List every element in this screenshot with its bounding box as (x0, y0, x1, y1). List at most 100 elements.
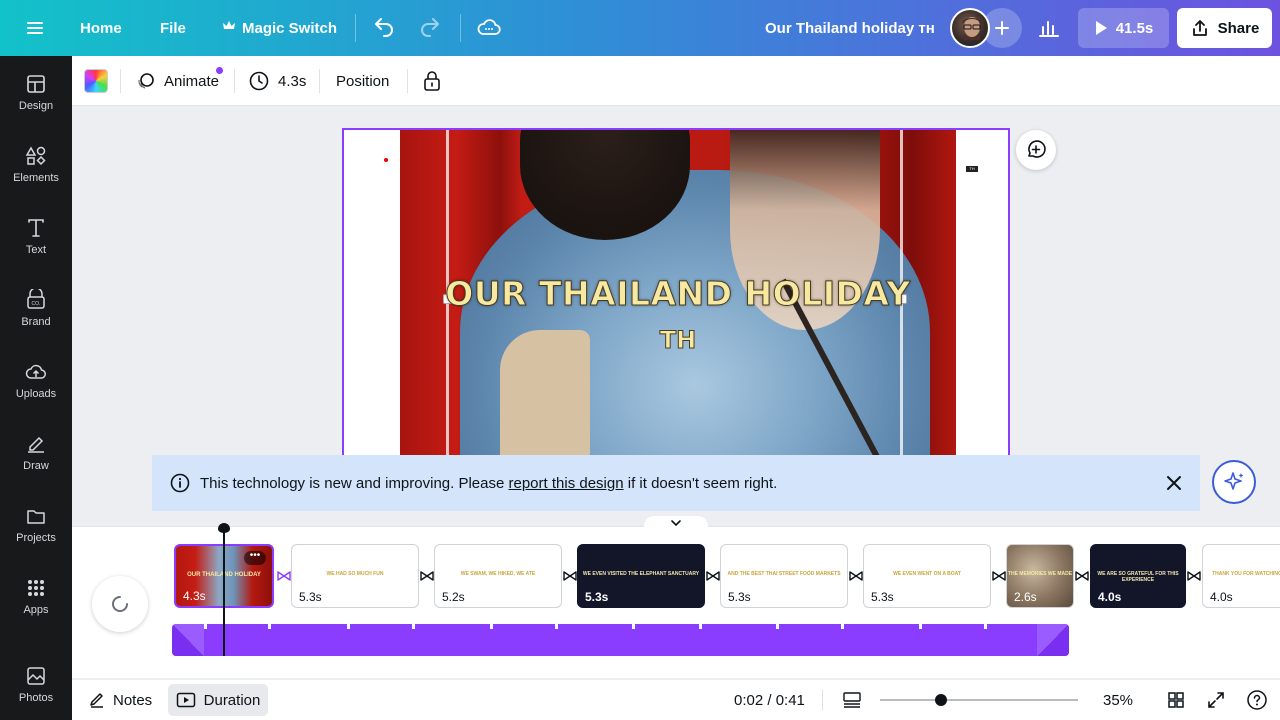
transition-icon[interactable] (1075, 570, 1089, 582)
timeline-scene[interactable]: WE EVEN VISITED THE ELEPHANT SANCTUARY 5.… (577, 544, 705, 608)
top-bar: Home File Magic Switch Our Thailand holi… (0, 0, 1280, 56)
scene-duration: 2.6s (1014, 590, 1037, 604)
scene-caption: WE HAD SO MUCH FUN (326, 571, 384, 577)
playback-time: 0:02 / 0:41 (734, 691, 805, 709)
fullscreen-icon[interactable] (1206, 680, 1226, 720)
close-icon[interactable] (1164, 473, 1184, 493)
zoom-slider-track[interactable] (880, 699, 1078, 701)
zoom-slider-handle[interactable] (935, 694, 947, 706)
sidebar-item-brand[interactable]: CO. Brand (0, 278, 72, 338)
image-icon (27, 666, 45, 685)
scene-caption: WE EVEN WENT ON A BOAT (893, 571, 961, 577)
help-icon[interactable] (1246, 680, 1268, 720)
timeline-scene[interactable]: WE SWAM, WE HIKED, WE ATE 5.2s (434, 544, 562, 608)
sidebar-item-elements[interactable]: Elements (0, 134, 72, 194)
track-marker (841, 624, 844, 629)
scene-duration: 4.0s (1210, 590, 1233, 604)
timeline-scene[interactable]: WE ARE SO GRATEFUL FOR THIS EXPERIENCE 4.… (1090, 544, 1186, 608)
play-duration: 41.5s (1115, 19, 1154, 37)
timeline-scene[interactable]: AND THE BEST THAI STREET FOOD MARKETS 5.3… (720, 544, 848, 608)
duration-button[interactable]: Duration (168, 684, 268, 716)
sidebar-item-label: Apps (23, 603, 49, 616)
menu-icon[interactable] (24, 0, 46, 56)
collapse-timeline-button[interactable] (644, 516, 708, 530)
scene-duration: 5.3s (871, 590, 894, 604)
sidebar-item-photos[interactable]: Photos (0, 654, 72, 714)
sidebar-item-design[interactable]: Design (0, 62, 72, 122)
sidebar-item-draw[interactable]: Draw (0, 422, 72, 482)
share-button[interactable]: Share (1177, 8, 1272, 48)
transition-icon[interactable] (277, 570, 291, 582)
track-marker (984, 624, 987, 629)
report-design-link[interactable]: report this design (509, 475, 624, 492)
magic-assistant-button[interactable] (1212, 460, 1256, 504)
lock-icon[interactable] (422, 56, 442, 106)
divider (120, 69, 121, 93)
loading-spinner (92, 576, 148, 632)
transition-icon[interactable] (1187, 570, 1201, 582)
canvas-title-text[interactable]: OUR THAILAND HOLIDAY (344, 274, 1008, 314)
sidebar-item-uploads[interactable]: Uploads (0, 350, 72, 410)
text-icon (28, 218, 44, 237)
play-icon (1095, 21, 1107, 35)
timeline-scene[interactable]: THANK YOU FOR WATCHING 4.0s (1202, 544, 1280, 608)
more-options-icon[interactable]: ••• (244, 551, 266, 565)
banner-text-before: This technology is new and improving. Pl… (200, 474, 509, 492)
document-title[interactable]: Our Thailand holiday ᴛʜ (765, 0, 935, 56)
left-sidebar: Design Elements Text CO. Brand Uploads D… (0, 56, 72, 720)
sidebar-item-label: Uploads (15, 387, 57, 400)
timing-button[interactable]: 4.3s (248, 56, 306, 106)
transition-icon[interactable] (706, 570, 720, 582)
track-marker (347, 624, 350, 629)
transition-icon[interactable] (420, 570, 434, 582)
banner-text-after: if it doesn't seem right. (623, 474, 778, 492)
shapes-icon (25, 145, 46, 165)
add-comment-button[interactable] (1016, 130, 1056, 170)
sidebar-item-label: Text (25, 243, 47, 256)
chevron-down-icon (671, 520, 681, 527)
home-button[interactable]: Home (80, 0, 122, 56)
insights-icon[interactable] (1036, 0, 1062, 56)
sidebar-item-text[interactable]: Text (0, 206, 72, 266)
grid-view-icon[interactable] (1166, 680, 1186, 720)
avatar[interactable] (950, 8, 990, 48)
layout-icon (27, 74, 45, 93)
track-end-cap[interactable] (1037, 624, 1069, 656)
file-menu-button[interactable]: File (160, 0, 186, 56)
play-button[interactable]: 41.5s (1078, 8, 1169, 48)
zoom-level[interactable]: 35% (1103, 680, 1133, 720)
track-end-cap[interactable] (172, 624, 204, 656)
transition-icon[interactable] (849, 570, 863, 582)
magic-switch-button[interactable]: Magic Switch (222, 0, 337, 56)
color-picker-swatch[interactable] (84, 69, 108, 93)
sidebar-item-apps[interactable]: Apps (0, 566, 72, 626)
transition-icon[interactable] (992, 570, 1006, 582)
transition-icon[interactable] (563, 570, 577, 582)
undo-icon[interactable] (372, 0, 396, 56)
notes-button[interactable]: Notes (88, 680, 152, 720)
plus-icon (995, 21, 1009, 35)
corner-badge[interactable]: TH (966, 166, 978, 172)
pen-icon (28, 436, 44, 453)
scene-duration: 5.2s (442, 590, 465, 604)
sidebar-item-label: Projects (16, 531, 56, 544)
timeline-scene[interactable]: THE MEMORIES WE MADE 2.6s (1006, 544, 1074, 608)
position-button[interactable]: Position (336, 56, 389, 106)
design-page[interactable]: OUR THAILAND HOLIDAY TH TH (342, 128, 1010, 458)
audio-track[interactable] (172, 624, 1069, 656)
timeline-scene[interactable]: WE EVEN WENT ON A BOAT 5.3s (863, 544, 991, 608)
upload-cloud-icon (25, 364, 46, 379)
sidebar-item-projects[interactable]: Projects (0, 494, 72, 554)
red-dot-element[interactable] (384, 158, 388, 162)
timeline-scene[interactable]: WE HAD SO MUCH FUN 5.3s (291, 544, 419, 608)
canvas-subtitle-text[interactable]: TH (344, 326, 1008, 355)
scenes-view-icon[interactable] (842, 680, 862, 720)
info-banner: This technology is new and improving. Pl… (152, 455, 1200, 511)
crown-icon (222, 19, 236, 37)
redo-icon[interactable] (418, 0, 442, 56)
cloud-saved-icon[interactable] (476, 0, 502, 56)
playhead[interactable] (223, 528, 225, 656)
notes-icon (90, 693, 103, 708)
comment-plus-icon (1028, 140, 1046, 158)
animate-button[interactable]: Animate (136, 56, 219, 106)
